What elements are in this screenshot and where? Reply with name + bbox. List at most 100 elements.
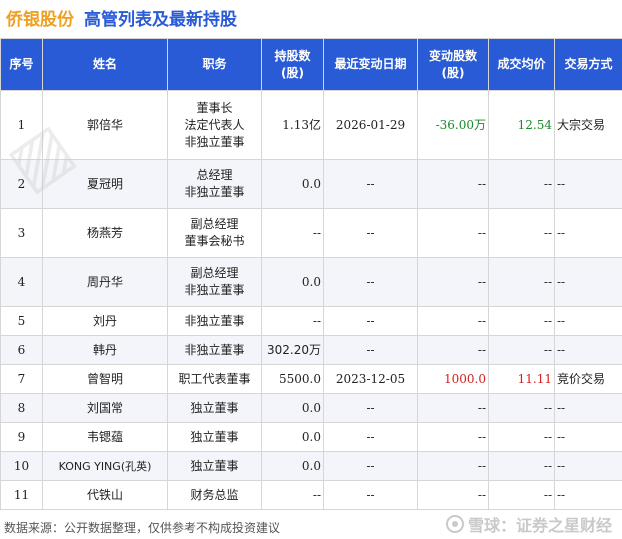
- cell-name: 韦锶蕴: [42, 422, 168, 452]
- col-header-shares: 持股数 (股): [261, 38, 324, 91]
- table-row: 9 韦锶蕴 独立董事 0.0 -- -- -- --: [0, 422, 622, 452]
- table-row: 1 郭倍华 董事长 法定代表人 非独立董事 1.13亿 2026-01-29 -…: [0, 90, 622, 160]
- cell-name: 刘丹: [42, 306, 168, 336]
- table-row: 11 代铁山 财务总监 -- -- -- -- --: [0, 480, 622, 510]
- data-source-note: 数据来源：公开数据整理，仅供参考不构成投资建议: [4, 521, 281, 535]
- cell-title-line: 财务总监: [190, 487, 239, 502]
- cell-avg-price: --: [488, 257, 555, 307]
- cell-method: --: [554, 257, 622, 307]
- cell-title-line: 非独立董事: [184, 313, 245, 328]
- cell-avg-price: --: [488, 451, 555, 481]
- cell-name: KONG YING(孔英): [42, 451, 168, 481]
- cell-title-line: 非独立董事: [184, 342, 245, 357]
- cell-shares: 0.0: [261, 393, 324, 423]
- cell-title-line: 董事会秘书: [184, 234, 245, 248]
- cell-name: 代铁山: [42, 480, 168, 510]
- cell-no: 5: [0, 306, 43, 336]
- cell-name: 夏冠明: [42, 159, 168, 209]
- cell-no: 6: [0, 335, 43, 365]
- cell-title-line: 董事长: [196, 100, 233, 115]
- cell-title-line: 总经理: [196, 168, 233, 182]
- cell-method: 竞价交易: [554, 364, 622, 394]
- col-header-name: 姓名: [42, 38, 168, 91]
- cell-avg-price: --: [488, 306, 555, 336]
- cell-date: --: [323, 159, 418, 209]
- table-row: 5 刘丹 非独立董事 -- -- -- -- --: [0, 306, 622, 336]
- cell-title: 总经理 非独立董事: [167, 159, 262, 209]
- cell-title-line: 副总经理: [190, 217, 239, 231]
- cell-date: --: [323, 208, 418, 258]
- cell-name: 周丹华: [42, 257, 168, 307]
- cell-change: --: [417, 257, 489, 307]
- cell-shares: 0.0: [261, 451, 324, 481]
- cell-method: --: [554, 393, 622, 423]
- cell-date: --: [323, 422, 418, 452]
- cell-title: 副总经理 非独立董事: [167, 257, 262, 307]
- table-row: 4 周丹华 副总经理 非独立董事 0.0 -- -- -- --: [0, 257, 622, 307]
- col-header-method: 交易方式: [554, 38, 622, 91]
- cell-date: 2026-01-29: [323, 90, 418, 160]
- cell-shares: 0.0: [261, 159, 324, 209]
- cell-no: 1: [0, 90, 43, 160]
- cell-shares: --: [261, 208, 324, 258]
- col-header-change-line2: (股): [441, 65, 465, 80]
- cell-change: --: [417, 393, 489, 423]
- cell-title-line: 法定代表人: [184, 117, 245, 132]
- cell-change: --: [417, 480, 489, 510]
- cell-name: 郭倍华: [42, 90, 168, 160]
- cell-method: --: [554, 159, 622, 209]
- table-header-row: 序号 姓名 职务 持股数 (股) 最近变动日期 变动股数 (股) 成交均价 交易…: [0, 38, 622, 91]
- brand-signature: 雪球：证券之星财经: [445, 512, 612, 536]
- cell-change: 1000.0: [417, 364, 489, 394]
- cell-date: --: [323, 306, 418, 336]
- col-header-title: 职务: [167, 38, 262, 91]
- cell-shares: 302.20万: [261, 335, 324, 365]
- title-bar: 侨银股份 高管列表及最新持股: [0, 0, 622, 34]
- col-header-date: 最近变动日期: [323, 38, 418, 91]
- cell-change: --: [417, 335, 489, 365]
- cell-change: --: [417, 451, 489, 481]
- cell-no: 9: [0, 422, 43, 452]
- cell-title-line: 职工代表董事: [178, 371, 251, 386]
- brand-text: 雪球：证券之星财经: [467, 516, 612, 535]
- cell-method: --: [554, 422, 622, 452]
- cell-date: --: [323, 335, 418, 365]
- cell-method: --: [554, 306, 622, 336]
- table-row: 3 杨燕芳 副总经理 董事会秘书 -- -- -- -- --: [0, 208, 622, 258]
- cell-change: --: [417, 208, 489, 258]
- col-header-change-line1: 变动股数: [428, 48, 477, 63]
- cell-method: 大宗交易: [554, 90, 622, 160]
- cell-title-line: 非独立董事: [184, 283, 245, 297]
- page-title: 高管列表及最新持股: [84, 9, 237, 30]
- cell-shares: 5500.0: [261, 364, 324, 394]
- stock-name: 侨银股份: [6, 9, 74, 30]
- cell-title-line: 独立董事: [190, 458, 239, 473]
- cell-title: 董事长 法定代表人 非独立董事: [167, 90, 262, 160]
- snowball-logo-icon: [445, 515, 464, 533]
- cell-change: --: [417, 306, 489, 336]
- cell-avg-price: --: [488, 159, 555, 209]
- cell-title: 非独立董事: [167, 306, 262, 336]
- cell-name: 韩丹: [42, 335, 168, 365]
- cell-date: --: [323, 257, 418, 307]
- cell-shares: --: [261, 480, 324, 510]
- cell-no: 4: [0, 257, 43, 307]
- cell-method: --: [554, 480, 622, 510]
- col-header-shares-line2: (股): [281, 65, 304, 80]
- cell-avg-price: 12.54: [488, 90, 555, 160]
- cell-no: 3: [0, 208, 43, 258]
- cell-title: 独立董事: [167, 451, 262, 481]
- cell-name: 曾智明: [42, 364, 168, 394]
- cell-shares: --: [261, 306, 324, 336]
- table-row: 7 曾智明 职工代表董事 5500.0 2023-12-05 1000.0 11…: [0, 364, 622, 394]
- cell-no: 7: [0, 364, 43, 394]
- cell-title-line: 独立董事: [190, 429, 239, 444]
- cell-date: --: [323, 451, 418, 481]
- cell-date: 2023-12-05: [323, 364, 418, 394]
- cell-date: --: [323, 480, 418, 510]
- cell-title-line: 非独立董事: [184, 185, 245, 199]
- cell-title: 独立董事: [167, 422, 262, 452]
- cell-change: -36.00万: [417, 90, 489, 160]
- table-row: 10 KONG YING(孔英) 独立董事 0.0 -- -- -- --: [0, 451, 622, 481]
- cell-avg-price: --: [488, 335, 555, 365]
